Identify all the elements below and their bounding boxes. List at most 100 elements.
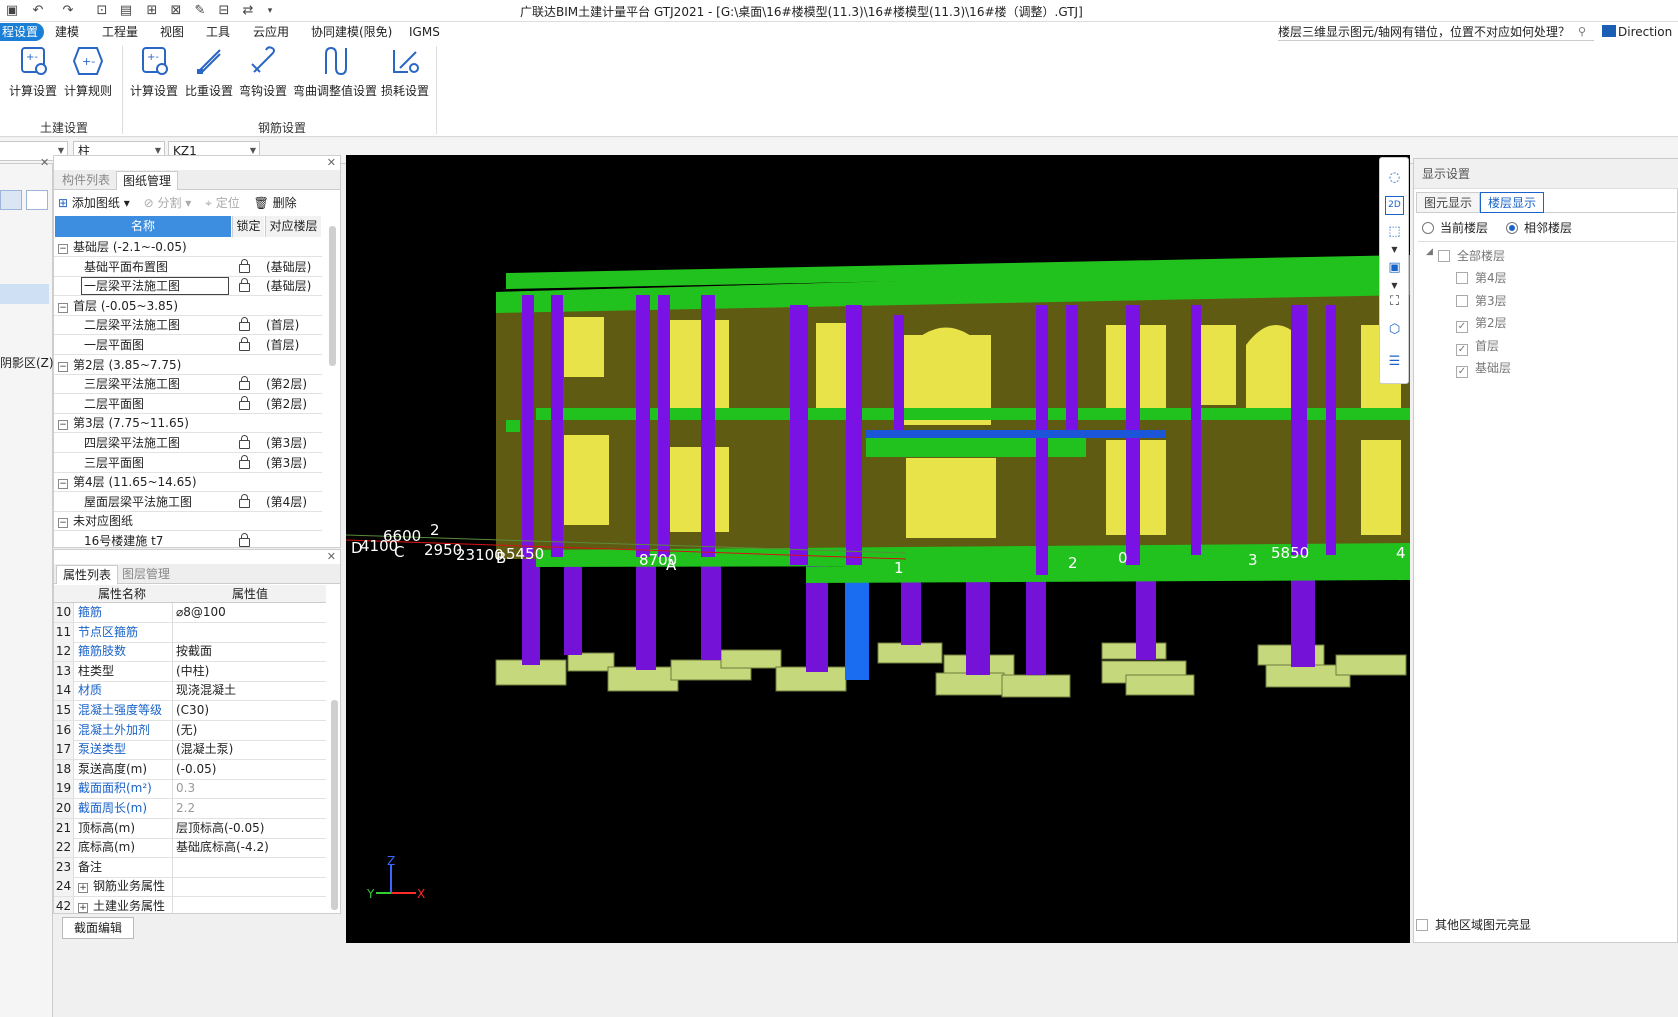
list-view-icon[interactable] [0,190,22,210]
drawing-item-row[interactable]: 16号楼建施 t7 [54,531,322,547]
lock-icon[interactable] [239,278,250,293]
property-value[interactable]: 现浇混凝土 [172,681,326,701]
drawing-group-row[interactable]: − 第2层 (3.85~7.75) [54,355,322,375]
close-icon[interactable]: ✕ [40,156,49,169]
save-icon[interactable]: ▣ [4,3,20,19]
edit-icon[interactable]: ✎ [192,3,208,19]
density-settings-button[interactable]: 比重设置 [185,44,233,99]
drawing-group-row[interactable]: − 第4层 (11.65~14.65) [54,472,322,492]
toolbar-icon-2[interactable]: ▤ [118,3,134,19]
property-row[interactable]: 42 + 土建业务属性 [54,897,326,913]
property-row[interactable]: 11 节点区箍筋 [54,622,326,643]
drawing-item-row[interactable]: 三层平面图 (第3层) [54,453,322,473]
drawing-group-row[interactable]: − 基础层 (-2.1~-0.05) [54,237,322,257]
column-header-lock[interactable]: 锁定 [232,216,264,237]
orbit-icon[interactable]: ◌ [1385,168,1404,187]
section-edit-button[interactable]: 截面编辑 [62,917,134,939]
menu-tab-settings[interactable]: 程设置 [0,23,44,41]
expand-icon[interactable]: + [78,883,88,894]
fullscreen-icon[interactable]: ⛶ [1385,292,1404,311]
collapse-icon[interactable]: − [58,420,68,431]
collapse-icon[interactable]: − [58,302,68,313]
floor-checkbox-item[interactable]: ✓ 基础层 [1456,359,1511,378]
close-icon[interactable]: ✕ [327,156,336,169]
toolbar-icon-3[interactable]: ⊞ [144,3,160,19]
collapse-icon[interactable]: − [58,244,68,254]
rebar-calc-settings-button[interactable]: +- 计算设置 [130,44,178,99]
lock-icon[interactable] [239,337,250,351]
floor-checkbox-item[interactable]: ✓ 第2层 [1456,314,1507,334]
delete-button[interactable]: 🗑 删除 [254,196,297,210]
drawing-item-row[interactable]: 基础平面布置图 (基础层) [54,257,322,277]
property-row[interactable]: 15 混凝土强度等级 (C30) [54,701,326,721]
menu-tab-collab[interactable]: 协同建模(限免) [311,23,392,41]
split-button[interactable]: ⊘ 分割 ▾ [144,196,192,210]
menu-tab-modeling[interactable]: 建模 [55,23,79,41]
2d-view-icon[interactable]: 2D [1385,196,1404,215]
property-value[interactable]: (中柱) [172,661,326,681]
property-row[interactable]: 16 混凝土外加剂 (无) [54,720,326,741]
lock-icon[interactable] [239,493,250,508]
building-model[interactable]: 6600 2 4100 C 2950 23100 5450 8700 A 1 2… [346,155,1410,943]
property-value[interactable]: (-0.05) [172,759,326,779]
lock-icon[interactable] [239,258,250,273]
property-value[interactable]: (无) [172,720,326,740]
drawing-item-row[interactable]: 三层梁平法施工图 (第2层) [54,374,322,394]
drawing-item-row[interactable]: 二层平面图 (第2层) [54,394,322,414]
property-value[interactable] [172,857,326,877]
tab-element-display[interactable]: 图元显示 [1416,192,1481,213]
detail-view-icon[interactable] [26,190,48,210]
menu-tab-cloud[interactable]: 云应用 [253,23,289,41]
toolbar-icon-4[interactable]: ⊠ [168,3,184,19]
civil-calc-settings-button[interactable]: +- 计算设置 [9,44,57,99]
add-drawing-button[interactable]: ⊞ 添加图纸 ▾ [58,196,130,210]
floor-checkbox-item[interactable]: 第4层 [1456,269,1507,286]
property-row[interactable]: 13 柱类型 (中柱) [54,661,326,682]
property-value[interactable] [172,897,326,913]
undo-icon[interactable]: ↶ [30,3,46,19]
hook-settings-button[interactable]: 弯钩设置 [239,44,287,99]
lock-icon[interactable] [239,376,250,391]
collapse-icon[interactable]: − [58,361,68,372]
property-row[interactable]: 21 顶标高(m) 层顶标高(-0.05) [54,818,326,839]
property-value[interactable] [172,622,326,642]
drawing-item-row[interactable]: 屋面层梁平法施工图 (第4层) [54,492,322,512]
property-value[interactable]: (混凝土泵) [172,740,326,760]
scrollbar[interactable] [331,700,338,910]
floor-checkbox-item[interactable]: 第3层 [1456,292,1507,309]
drawing-item-row[interactable]: 四层梁平法施工图 (第3层) [54,433,322,453]
drawing-group-row[interactable]: − 首层 (-0.05~3.85) [54,296,322,316]
search-icon[interactable]: ⚲ [1578,25,1586,38]
nav-selected-item[interactable] [0,284,49,304]
property-value[interactable]: 层顶标高(-0.05) [172,818,326,838]
tab-property-list[interactable]: 属性列表 [56,565,119,584]
property-row[interactable]: 20 截面周长(m) 2.2 [54,799,326,819]
property-row[interactable]: 22 底标高(m) 基础底标高(-4.2) [54,838,326,859]
lock-icon[interactable] [239,533,250,547]
property-value[interactable]: (C30) [172,701,326,720]
column-header-floor[interactable]: 对应楼层 [265,216,321,237]
tab-drawing-management[interactable]: 图纸管理 [116,171,179,190]
menu-tab-tools[interactable]: 工具 [206,23,230,41]
collapse-icon[interactable]: − [58,518,68,529]
drawing-item-row[interactable]: 二层梁平法施工图 (首层) [54,315,322,335]
tab-layer-management[interactable]: 图层管理 [116,565,176,584]
property-value[interactable]: 基础底标高(-4.2) [172,838,326,858]
cube-solid-icon[interactable]: ▣ [1385,258,1404,277]
locate-button[interactable]: ⌖ 定位 [205,196,240,210]
direction-button[interactable]: Direction [1602,23,1672,41]
chevron-down-icon[interactable]: ▼ [1385,240,1404,259]
scrollbar[interactable] [329,226,336,366]
tab-component-list[interactable]: 构件列表 [56,171,116,190]
property-row[interactable]: 12 箍筋肢数 按截面 [54,642,326,663]
display-settings-icon[interactable]: ☰ [1385,352,1404,371]
civil-calc-rules-button[interactable]: +- 计算规则 [64,44,112,99]
property-value[interactable]: ⌀8@100 [172,603,326,622]
shadow-area-label[interactable]: 阴影区(Z) [0,354,54,371]
toolbar-icon-6[interactable]: ⇄ [240,3,256,19]
property-row[interactable]: 17 泵送类型 (混凝土泵) [54,740,326,761]
property-value[interactable]: 按截面 [172,642,326,662]
menu-tab-view[interactable]: 视图 [160,23,184,41]
close-icon[interactable]: ✕ [327,550,336,563]
other-area-highlight-checkbox[interactable]: 其他区域图元亮显 [1414,916,1531,934]
